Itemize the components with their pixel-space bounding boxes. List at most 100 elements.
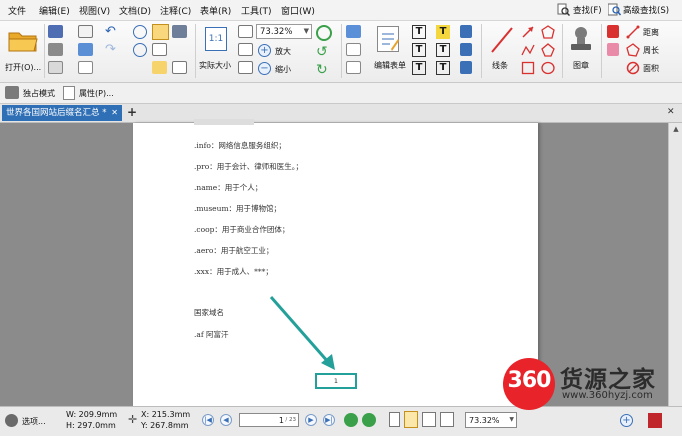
stamp-icon[interactable]: [568, 25, 594, 53]
rotate-right-icon[interactable]: ↻: [316, 63, 332, 77]
textbox-icon[interactable]: [346, 43, 361, 56]
first-page-icon[interactable]: |◀: [202, 414, 214, 426]
close-document-icon[interactable]: ✕: [667, 107, 675, 117]
underline-icon[interactable]: T: [436, 43, 450, 57]
oval-icon[interactable]: [541, 61, 555, 75]
zoom-out-icon[interactable]: −: [258, 62, 271, 75]
snapshot-icon[interactable]: [172, 25, 187, 38]
menu-form[interactable]: 表单(R): [200, 4, 231, 17]
back-icon[interactable]: [133, 25, 147, 39]
eraser-icon[interactable]: [607, 43, 619, 56]
strikeout-icon[interactable]: T: [436, 61, 450, 75]
rotate-left-icon[interactable]: ↺: [316, 45, 332, 59]
find-icon[interactable]: [557, 3, 571, 17]
arrow-shape-icon[interactable]: [521, 25, 535, 39]
properties-button[interactable]: 属性(P)...: [79, 88, 114, 99]
forward-icon[interactable]: [133, 43, 147, 57]
go-forward-icon[interactable]: [362, 413, 376, 427]
menu-file[interactable]: 文件: [8, 4, 26, 17]
zoom-in-button[interactable]: 放大: [275, 46, 291, 57]
close-tab-icon[interactable]: ✕: [111, 105, 118, 121]
audio-icon[interactable]: [460, 61, 472, 74]
menu-view[interactable]: 视图(V): [79, 4, 110, 17]
page-total: / 23: [285, 417, 296, 423]
zoom-select[interactable]: 73.32% ▼: [256, 24, 312, 39]
status-zoom-select[interactable]: 73.32% ▼: [465, 412, 517, 428]
next-page-icon[interactable]: ▶: [305, 414, 317, 426]
export-icon[interactable]: [48, 61, 63, 74]
save-icon[interactable]: [48, 25, 63, 38]
line-icon[interactable]: [489, 25, 515, 55]
options-button[interactable]: 选项...: [22, 416, 46, 427]
select-area-icon[interactable]: [152, 61, 167, 74]
menu-tools[interactable]: 工具(T): [241, 4, 272, 17]
scroll-up-icon[interactable]: ▲: [671, 125, 681, 135]
fit-page-icon[interactable]: [238, 25, 253, 38]
rectangle-icon[interactable]: [521, 61, 535, 75]
find-button[interactable]: 查找(F): [573, 4, 602, 16]
continuous-page-icon[interactable]: [404, 411, 418, 428]
zoom-in-icon[interactable]: +: [258, 44, 271, 57]
pencil-icon[interactable]: [607, 25, 619, 38]
menu-window[interactable]: 窗口(W): [281, 4, 315, 17]
print-icon[interactable]: [48, 43, 63, 56]
menu-document[interactable]: 文档(D): [119, 4, 151, 17]
facing-page-icon[interactable]: [422, 412, 436, 427]
distance-button[interactable]: 距离: [643, 27, 659, 38]
previous-page-icon[interactable]: ◀: [220, 414, 232, 426]
properties-icon[interactable]: [63, 86, 75, 100]
continuous-facing-icon[interactable]: [440, 412, 454, 427]
polygon-icon[interactable]: [541, 25, 555, 39]
go-back-icon[interactable]: [344, 413, 358, 427]
gear-icon[interactable]: [5, 414, 18, 427]
standalone-mode-icon[interactable]: [5, 86, 19, 99]
perimeter-button[interactable]: 周长: [643, 45, 659, 56]
line-button[interactable]: 线条: [492, 60, 508, 71]
text-insert-icon[interactable]: T: [412, 61, 426, 75]
select-text-icon[interactable]: [152, 43, 167, 56]
last-page-icon[interactable]: ▶|: [323, 414, 335, 426]
area-button[interactable]: 面积: [643, 63, 659, 74]
edit-form-icon[interactable]: [377, 26, 399, 52]
standalone-mode-button[interactable]: 独占模式: [23, 88, 55, 99]
pin-icon[interactable]: [460, 25, 472, 38]
email-icon[interactable]: [78, 25, 93, 38]
single-page-icon[interactable]: [389, 412, 400, 427]
edit-form-button[interactable]: 编辑表单: [374, 60, 406, 71]
attach-icon[interactable]: [460, 43, 472, 56]
open-button[interactable]: 打开(O)...: [5, 62, 41, 73]
menu-edit[interactable]: 编辑(E): [39, 4, 70, 17]
stamp-button[interactable]: 图章: [573, 60, 589, 71]
document-tab[interactable]: 世界各国网站后缀名汇总 * ✕: [2, 105, 122, 121]
status-zoom-in-icon[interactable]: +: [620, 414, 633, 427]
area-icon[interactable]: [626, 61, 640, 75]
advanced-find-icon[interactable]: [607, 3, 622, 16]
scan-icon[interactable]: [78, 43, 93, 56]
perimeter-icon[interactable]: [626, 43, 640, 57]
undo-icon[interactable]: ↶: [105, 25, 121, 39]
typewriter-icon[interactable]: [346, 25, 361, 38]
cloud-icon[interactable]: [541, 43, 555, 57]
page-number-input[interactable]: 1 / 23: [239, 413, 299, 427]
hand-tool-icon[interactable]: [152, 24, 169, 40]
actual-size-icon[interactable]: 1:1: [205, 27, 227, 51]
vertical-scrollbar[interactable]: ▲: [668, 123, 682, 406]
open-folder-icon[interactable]: [6, 25, 40, 55]
text-edit-icon[interactable]: T: [412, 43, 426, 57]
fit-width-icon[interactable]: [238, 43, 253, 56]
zoom-tool-icon[interactable]: [316, 25, 332, 41]
zoom-out-button[interactable]: 缩小: [275, 64, 291, 75]
new-doc-icon[interactable]: [78, 61, 93, 74]
advanced-find-button[interactable]: 高级查找(S): [623, 4, 669, 16]
menu-comment[interactable]: 注释(C): [160, 4, 191, 17]
callout-icon[interactable]: [346, 61, 361, 74]
paste-icon[interactable]: [172, 61, 187, 74]
distance-icon[interactable]: [626, 25, 640, 39]
fit-visible-icon[interactable]: [238, 61, 253, 74]
new-tab-icon[interactable]: +: [127, 105, 137, 119]
redo-icon[interactable]: ↷: [105, 43, 121, 57]
polyline-icon[interactable]: [521, 43, 535, 57]
text-field-icon[interactable]: T: [412, 25, 426, 39]
highlight-icon[interactable]: T: [436, 25, 450, 39]
actual-size-button[interactable]: 实际大小: [199, 60, 231, 71]
